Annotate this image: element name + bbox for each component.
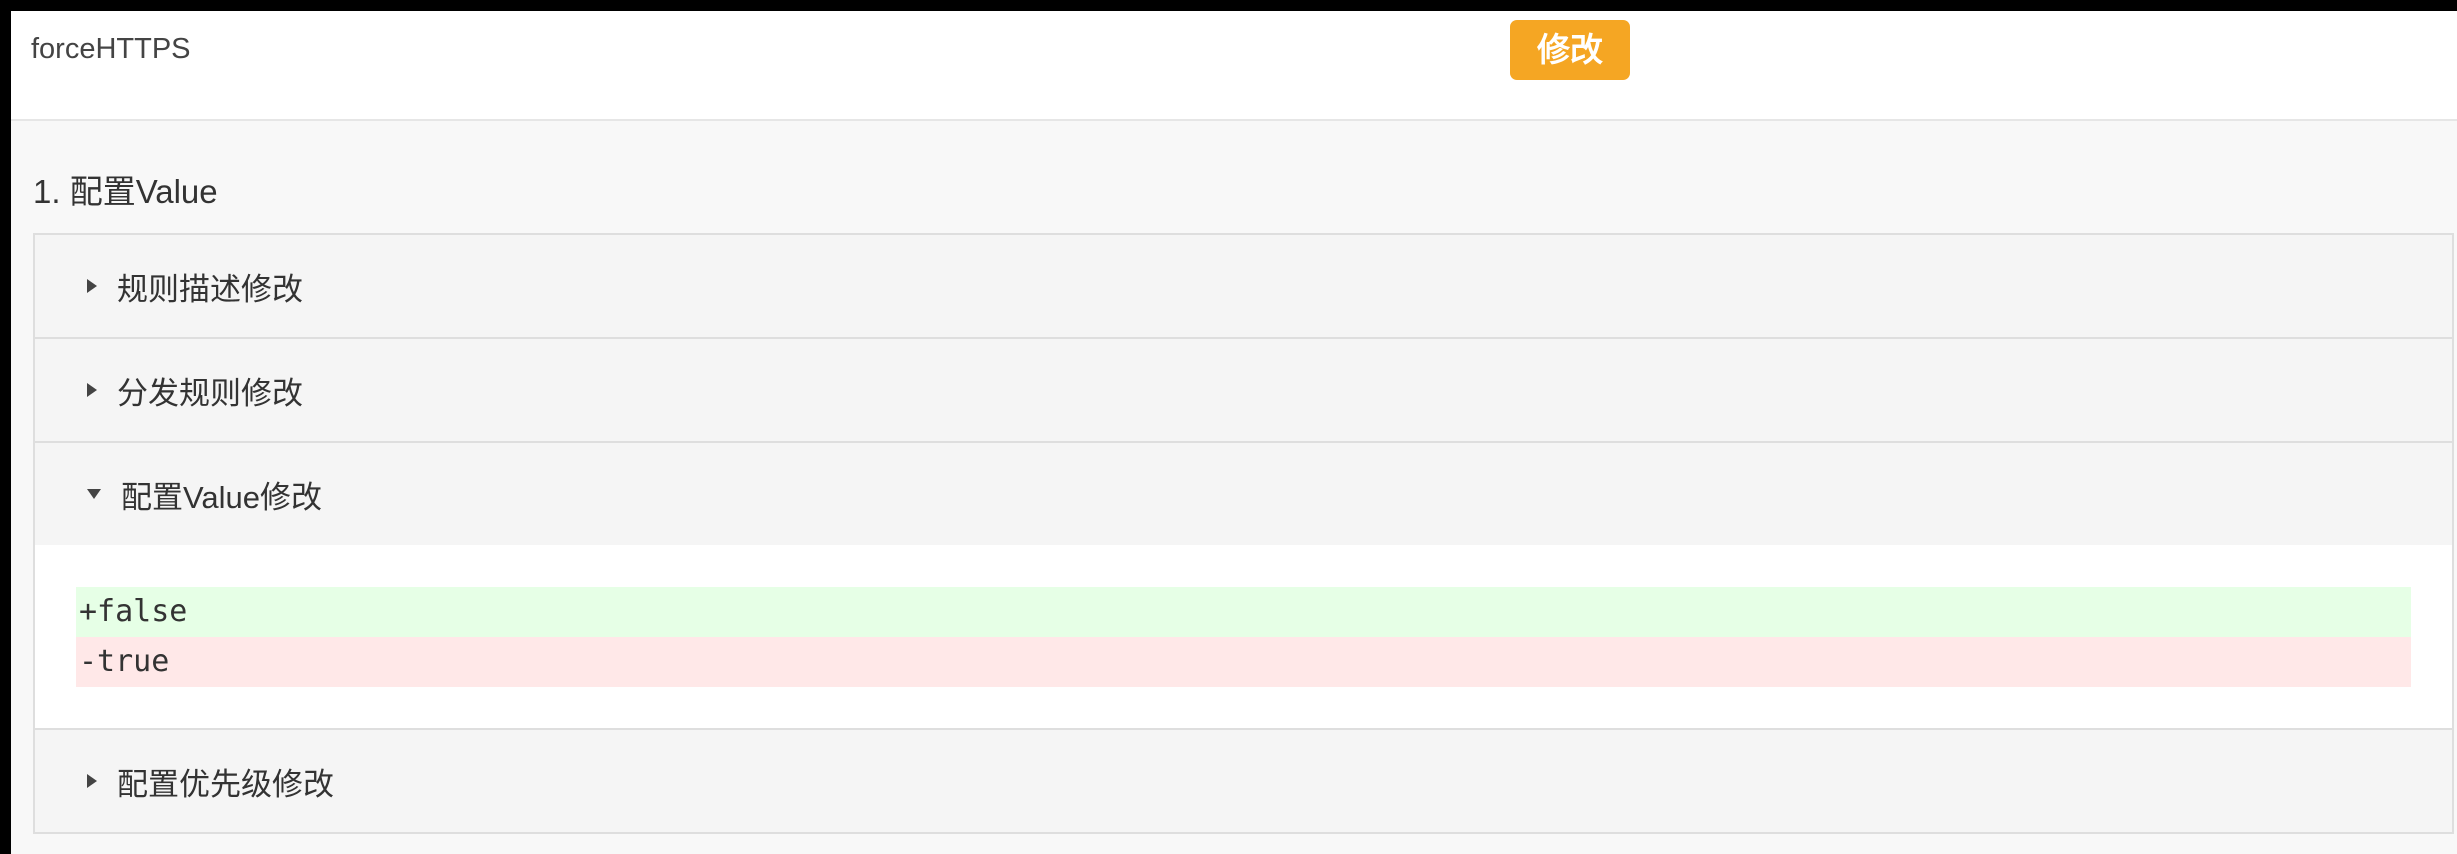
accordion-label: 分发规则修改 bbox=[117, 375, 303, 411]
caret-right-icon bbox=[87, 279, 97, 293]
diff-removed-line: -true bbox=[76, 637, 2411, 687]
accordion-header-priority[interactable]: 配置优先级修改 bbox=[35, 730, 2452, 832]
accordion-item-rule-description: 规则描述修改 bbox=[35, 235, 2452, 339]
accordion-item-priority: 配置优先级修改 bbox=[35, 730, 2452, 832]
diff-added-line: +false bbox=[76, 587, 2411, 637]
change-header: forceHTTPS 修改 bbox=[11, 11, 2457, 121]
accordion-label: 配置Value修改 bbox=[121, 479, 322, 515]
accordion-item-dispatch-rule: 分发规则修改 bbox=[35, 339, 2452, 443]
config-name: forceHTTPS bbox=[31, 33, 191, 65]
accordion-header-config-value[interactable]: 配置Value修改 bbox=[35, 443, 2452, 545]
accordion-header-rule-description[interactable]: 规则描述修改 bbox=[35, 235, 2452, 337]
change-accordion: 规则描述修改 分发规则修改 配置Value修改 +false -true 配置优… bbox=[33, 233, 2454, 834]
accordion-item-config-value: 配置Value修改 +false -true bbox=[35, 443, 2452, 730]
change-detail-panel: forceHTTPS 修改 1. 配置Value 规则描述修改 分发规则修改 配… bbox=[11, 11, 2457, 854]
diff-view: +false -true bbox=[35, 545, 2452, 728]
caret-right-icon bbox=[87, 774, 97, 788]
caret-down-icon bbox=[87, 489, 101, 499]
accordion-header-dispatch-rule[interactable]: 分发规则修改 bbox=[35, 339, 2452, 441]
accordion-label: 配置优先级修改 bbox=[117, 766, 334, 802]
change-type-badge: 修改 bbox=[1510, 20, 1630, 80]
caret-right-icon bbox=[87, 383, 97, 397]
accordion-label: 规则描述修改 bbox=[117, 271, 303, 307]
section-title: 1. 配置Value bbox=[33, 173, 218, 210]
